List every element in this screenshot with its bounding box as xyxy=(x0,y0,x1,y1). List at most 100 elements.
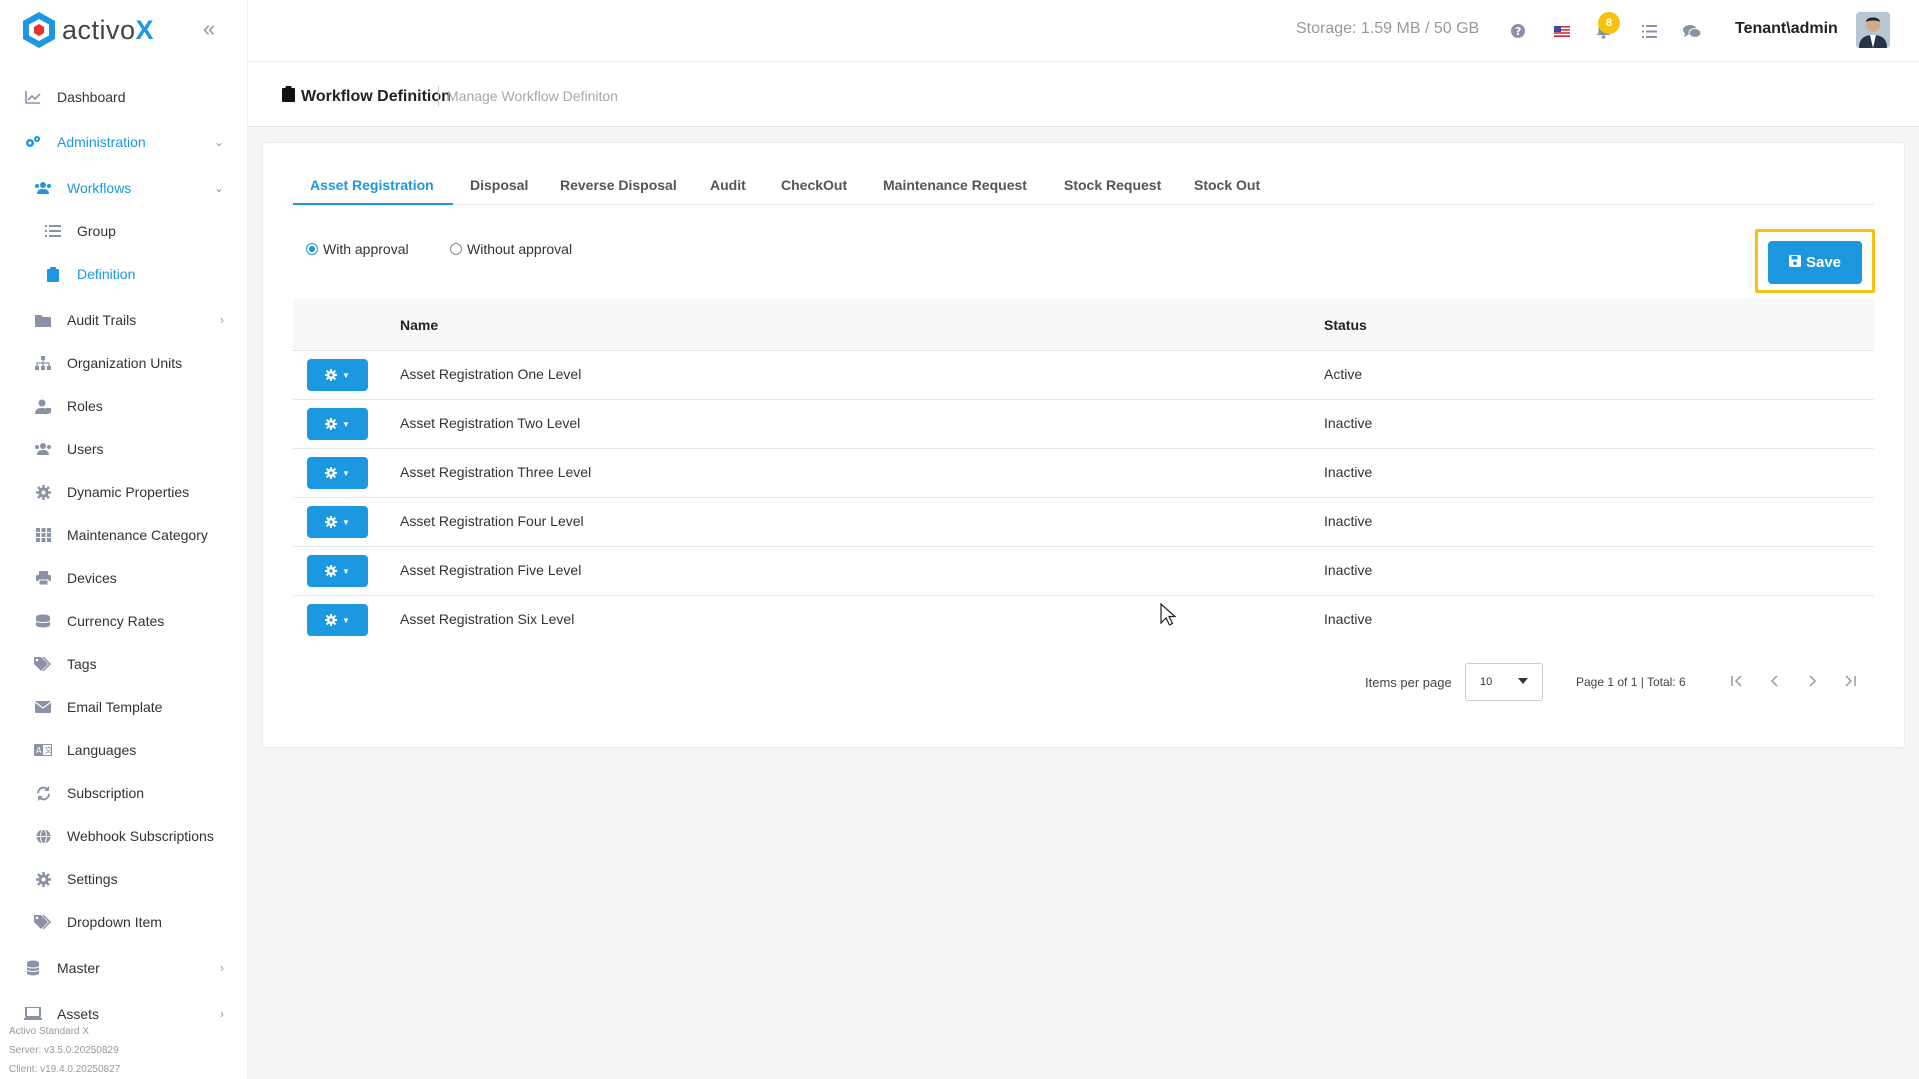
column-header-status[interactable]: Status xyxy=(1324,317,1367,333)
title-divider xyxy=(438,86,439,106)
sidebar-item-label: Languages xyxy=(67,742,137,758)
logo-text: activoX xyxy=(62,14,155,45)
sidebar-item-label: Organization Units xyxy=(67,355,183,371)
sidebar-item-organization-units[interactable]: Organization Units xyxy=(0,346,248,380)
chevron-right-icon: › xyxy=(220,1007,224,1021)
sidebar-item-dropdown-item[interactable]: Dropdown Item xyxy=(0,905,248,939)
column-header-name[interactable]: Name xyxy=(400,317,438,333)
tab-audit[interactable]: Audit xyxy=(710,169,746,205)
next-page-icon[interactable] xyxy=(1800,669,1824,693)
sidebar-item-dynamic-properties[interactable]: Dynamic Properties xyxy=(0,475,248,509)
caret-down-icon: ▼ xyxy=(342,468,350,478)
gear-icon xyxy=(325,418,338,430)
caret-down-icon: ▼ xyxy=(342,566,350,576)
sidebar-item-workflows[interactable]: Workflows ⌄ xyxy=(0,171,248,205)
svg-text:文: 文 xyxy=(45,745,53,755)
sidebar-item-definition[interactable]: Definition xyxy=(0,257,248,291)
table-row: ▼ Asset Registration Two Level Inactive xyxy=(293,400,1874,449)
tab-maintenance-request[interactable]: Maintenance Request xyxy=(883,169,1027,205)
client-version: Client: v19.4.0.20250827 xyxy=(9,1064,121,1075)
sidebar-item-dashboard[interactable]: Dashboard xyxy=(0,80,248,114)
version-info: Activo Standard X Server: v3.5.0.2025082… xyxy=(9,1022,120,1079)
row-actions-button[interactable]: ▼ xyxy=(307,506,368,538)
storage-usage: Storage: 1.59 MB / 50 GB xyxy=(1296,20,1480,37)
gear-icon xyxy=(325,516,338,528)
row-actions-button[interactable]: ▼ xyxy=(307,604,368,636)
sidebar-item-master[interactable]: Master › xyxy=(0,951,248,985)
table-header: Name Status xyxy=(293,299,1874,351)
page-title-text: Workflow Definition xyxy=(301,87,451,105)
sidebar-item-email-template[interactable]: Email Template xyxy=(0,690,248,724)
sidebar-item-label: Settings xyxy=(67,871,118,887)
tags-icon xyxy=(33,914,53,930)
sidebar-item-currency-rates[interactable]: Currency Rates xyxy=(0,604,248,638)
radio-selected-icon xyxy=(306,243,318,255)
sidebar-item-label: Administration xyxy=(57,134,146,150)
last-page-icon[interactable] xyxy=(1838,669,1862,693)
chevron-down-icon: ⌄ xyxy=(213,135,224,149)
chat-icon[interactable] xyxy=(1681,20,1703,42)
sidebar-item-tags[interactable]: Tags xyxy=(0,647,248,681)
row-name: Asset Registration Six Level xyxy=(400,611,575,627)
sidebar-item-languages[interactable]: A文 Languages xyxy=(0,733,248,767)
sidebar-item-maintenance-category[interactable]: Maintenance Category xyxy=(0,518,248,552)
notification-count-badge: 8 xyxy=(1598,12,1620,34)
row-status: Inactive xyxy=(1324,464,1373,480)
sidebar-item-label: Assets xyxy=(57,1006,100,1022)
without-approval-radio[interactable]: Without approval xyxy=(450,241,572,257)
list-icon xyxy=(43,223,63,239)
row-actions-button[interactable]: ▼ xyxy=(307,408,368,440)
sidebar-item-label: Dropdown Item xyxy=(67,914,162,930)
row-actions-button[interactable]: ▼ xyxy=(307,555,368,587)
sidebar-item-label: Workflows xyxy=(67,180,132,196)
sidebar-item-label: Audit Trails xyxy=(67,312,137,328)
sidebar-item-audit-trails[interactable]: Audit Trails › xyxy=(0,303,248,337)
sidebar: activoX « Dashboard Administration ⌄ Wor… xyxy=(0,0,248,1079)
caret-down-icon: ▼ xyxy=(342,370,350,380)
row-status: Inactive xyxy=(1324,611,1373,627)
cogs-icon xyxy=(23,134,43,150)
chevron-down-icon: ⌄ xyxy=(213,181,224,195)
sidebar-item-label: Email Template xyxy=(67,699,163,715)
sidebar-item-webhook-subscriptions[interactable]: Webhook Subscriptions xyxy=(0,819,248,853)
tab-reverse-disposal[interactable]: Reverse Disposal xyxy=(560,169,677,205)
tab-checkout[interactable]: CheckOut xyxy=(781,169,847,205)
sidebar-item-roles[interactable]: Roles xyxy=(0,389,248,423)
sidebar-item-group[interactable]: Group xyxy=(0,214,248,248)
envelope-icon xyxy=(33,699,53,715)
floppy-disk-icon xyxy=(1788,254,1801,271)
sidebar-item-users[interactable]: Users xyxy=(0,432,248,466)
save-button[interactable]: Save xyxy=(1768,241,1862,284)
sidebar-item-devices[interactable]: Devices xyxy=(0,561,248,595)
row-actions-button[interactable]: ▼ xyxy=(307,457,368,489)
print-icon xyxy=(33,570,53,586)
row-status: Inactive xyxy=(1324,415,1373,431)
tab-asset-registration[interactable]: Asset Registration xyxy=(293,169,453,205)
row-name: Asset Registration Four Level xyxy=(400,513,584,529)
sidebar-item-administration[interactable]: Administration ⌄ xyxy=(0,125,248,159)
us-flag-icon[interactable] xyxy=(1551,20,1573,42)
sidebar-item-settings[interactable]: Settings xyxy=(0,862,248,896)
previous-page-icon[interactable] xyxy=(1763,669,1787,693)
with-approval-radio[interactable]: With approval xyxy=(306,241,409,257)
items-per-page-select[interactable]: 10 xyxy=(1465,663,1543,701)
gear-icon xyxy=(33,871,53,887)
row-actions-button[interactable]: ▼ xyxy=(307,359,368,391)
gear-icon xyxy=(325,467,338,479)
tab-stock-out[interactable]: Stock Out xyxy=(1194,169,1260,205)
tab-stock-request[interactable]: Stock Request xyxy=(1064,169,1161,205)
help-icon[interactable]: ? xyxy=(1507,20,1529,42)
collapse-sidebar-icon[interactable]: « xyxy=(203,16,215,42)
first-page-icon[interactable] xyxy=(1725,669,1749,693)
language-icon: A文 xyxy=(33,742,53,758)
dropdown-arrow-icon xyxy=(1518,678,1528,684)
chart-line-icon xyxy=(23,89,43,105)
user-menu[interactable]: Tenant\admin xyxy=(1735,20,1838,38)
tab-disposal[interactable]: Disposal xyxy=(470,169,528,205)
sidebar-item-subscription[interactable]: Subscription xyxy=(0,776,248,810)
users-icon xyxy=(33,180,53,196)
task-list-icon[interactable] xyxy=(1638,20,1660,42)
avatar[interactable] xyxy=(1856,12,1890,48)
clipboard-icon xyxy=(282,86,295,107)
globe-icon xyxy=(33,828,53,844)
